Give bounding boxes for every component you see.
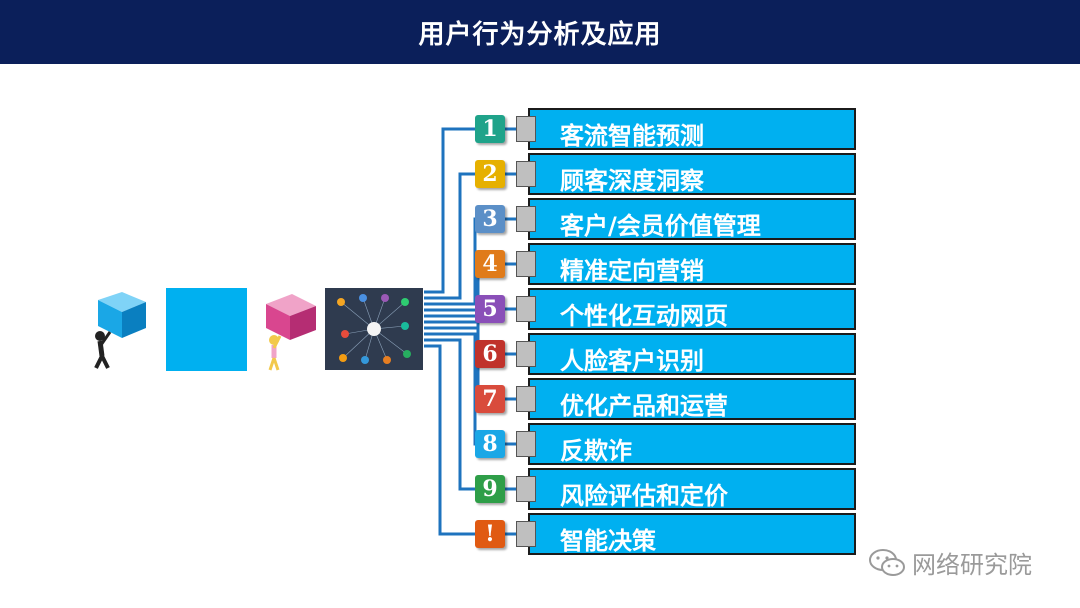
- item-bar: 个性化互动网页: [528, 288, 856, 330]
- item-number-badge: 3: [475, 205, 505, 233]
- item-bar: 精准定向营销: [528, 243, 856, 285]
- item-bar: 客户/会员价值管理: [528, 198, 856, 240]
- item-number-badge: 5: [475, 295, 505, 323]
- item-number-badge: !: [475, 520, 505, 548]
- item-bar: 智能决策: [528, 513, 856, 555]
- item-label: 优化产品和运营: [560, 392, 728, 420]
- item-bar: 优化产品和运营: [528, 378, 856, 420]
- item-bar: 人脸客户识别: [528, 333, 856, 375]
- item-bar: 客流智能预测: [528, 108, 856, 150]
- connector-tab: [516, 476, 536, 502]
- connector-tab: [516, 296, 536, 322]
- connector-tab: [516, 521, 536, 547]
- person-pink-cube-illustration: [266, 294, 316, 371]
- item-number-badge: 9: [475, 475, 505, 503]
- item-number-badge: 6: [475, 340, 505, 368]
- item-label: 个性化互动网页: [560, 302, 728, 330]
- item-number-badge: 4: [475, 250, 505, 278]
- wechat-icon: [869, 548, 905, 576]
- item-label: 反欺诈: [560, 437, 632, 465]
- item-number-badge: 7: [475, 385, 505, 413]
- connector-tab: [516, 251, 536, 277]
- footer-brand: 网络研究院: [868, 545, 1032, 580]
- item-label: 智能决策: [560, 527, 656, 555]
- connector-line: [424, 172, 516, 300]
- item-label: 风险评估和定价: [560, 482, 728, 510]
- item-label: 精准定向营销: [560, 257, 704, 285]
- blue-square: [166, 288, 247, 371]
- connector-tab: [516, 386, 536, 412]
- connector-tab: [516, 341, 536, 367]
- item-bar: 风险评估和定价: [528, 468, 856, 510]
- person-blue-cube-illustration: [94, 292, 146, 369]
- item-label: 顾客深度洞察: [560, 167, 704, 195]
- item-number-badge: 2: [475, 160, 505, 188]
- item-number-badge: 1: [475, 115, 505, 143]
- connector-tab: [516, 206, 536, 232]
- network-diagram-thumbnail: [325, 288, 423, 370]
- item-label: 客流智能预测: [560, 122, 704, 150]
- connector-tab: [516, 161, 536, 187]
- connector-tab: [516, 116, 536, 142]
- footer-brand-text: 网络研究院: [912, 551, 1032, 579]
- connector-tab: [516, 431, 536, 457]
- item-label: 客户/会员价值管理: [560, 212, 761, 240]
- item-bar: 反欺诈: [528, 423, 856, 465]
- item-label: 人脸客户识别: [560, 347, 704, 375]
- item-number-badge: 8: [475, 430, 505, 458]
- item-bar: 顾客深度洞察: [528, 153, 856, 195]
